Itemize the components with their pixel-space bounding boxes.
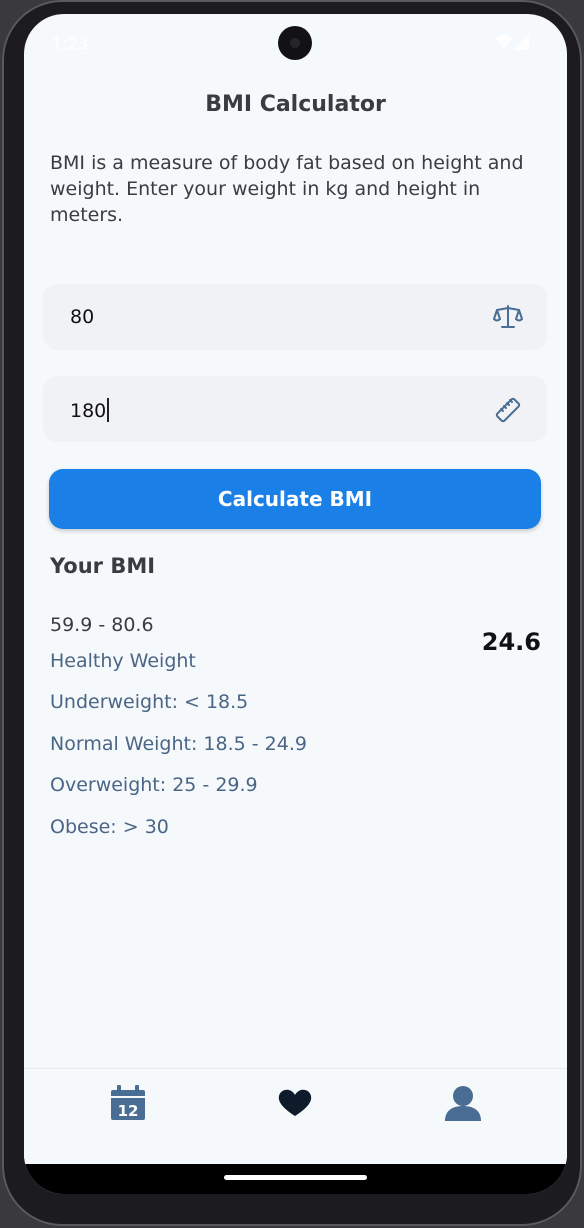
wifi-icon	[495, 34, 513, 49]
bottom-navigation: 12	[24, 1068, 567, 1165]
text-caret	[107, 398, 110, 422]
description-text: BMI is a measure of body fat based on he…	[50, 152, 524, 226]
calendar-day: 12	[118, 1102, 139, 1120]
bmi-value: 24.6	[481, 628, 541, 656]
signal-icon	[513, 34, 529, 50]
system-navigation-bar	[24, 1164, 567, 1194]
height-value: 180	[70, 398, 110, 422]
front-camera	[278, 26, 312, 60]
status-time: 1:23	[52, 34, 88, 53]
result-heading: Your BMI	[50, 554, 156, 578]
nav-profile[interactable]	[443, 1083, 483, 1123]
ruler-icon	[495, 397, 521, 423]
nav-calendar[interactable]: 12	[108, 1083, 148, 1123]
calendar-icon: 12	[111, 1085, 145, 1120]
healthy-weight-range: 59.9 - 80.6	[50, 614, 154, 636]
calculate-bmi-button[interactable]: Calculate BMI	[49, 469, 541, 529]
weight-input[interactable]: 80	[43, 284, 547, 350]
weight-value: 80	[70, 306, 95, 328]
height-value-text: 180	[70, 400, 107, 422]
page-title: BMI Calculator	[205, 92, 386, 117]
screen: 1:23 BMI Calculator BMI is a measure of …	[24, 14, 567, 1194]
category-normal: Normal Weight: 18.5 - 24.9	[50, 733, 307, 755]
category-obese: Obese: > 30	[50, 816, 169, 838]
height-input[interactable]: 180	[43, 376, 547, 442]
person-icon	[445, 1086, 481, 1121]
status-bar: 1:23	[24, 14, 567, 74]
bmi-status: Healthy Weight	[50, 650, 196, 672]
scale-icon	[493, 305, 523, 328]
phone-frame: 1:23 BMI Calculator BMI is a measure of …	[2, 0, 582, 1226]
status-icons	[495, 34, 529, 50]
home-indicator[interactable]	[224, 1175, 367, 1180]
heart-icon	[278, 1089, 312, 1116]
category-underweight: Underweight: < 18.5	[50, 691, 249, 713]
category-overweight: Overweight: 25 - 29.9	[50, 774, 258, 796]
nav-health[interactable]	[275, 1083, 315, 1123]
